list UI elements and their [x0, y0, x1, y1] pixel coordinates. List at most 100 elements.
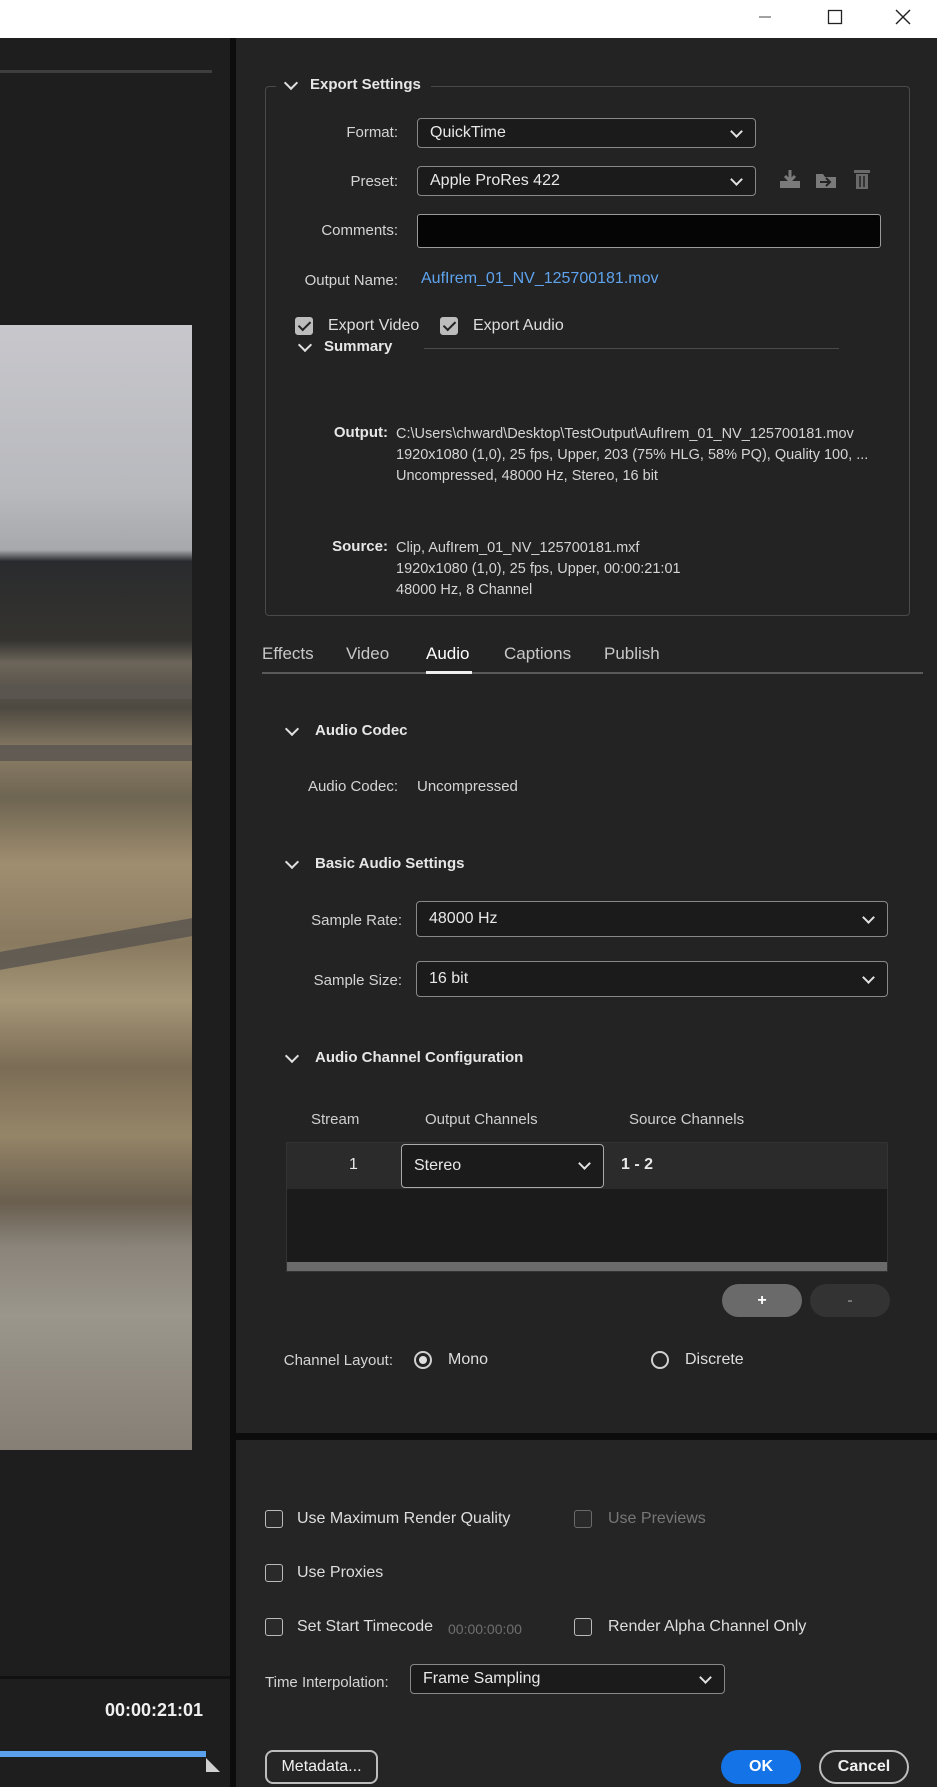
summary-output-line-1: C:\Users\chward\Desktop\TestOutput\AufIr…: [396, 426, 854, 442]
output-name-link[interactable]: AufIrem_01_NV_125700181.mov: [421, 270, 659, 288]
discrete-radio[interactable]: [651, 1351, 669, 1369]
comments-label: Comments:: [321, 222, 398, 239]
column-header-output-channels: Output Channels: [425, 1111, 538, 1128]
tab-publish[interactable]: Publish: [604, 644, 660, 664]
format-label: Format:: [346, 124, 398, 141]
basic-audio-section-title: Basic Audio Settings: [315, 855, 465, 872]
ok-button[interactable]: OK: [721, 1750, 801, 1784]
column-header-source-channels: Source Channels: [629, 1111, 745, 1128]
bottom-section-divider: [236, 1433, 937, 1440]
timeline-scrub-bar[interactable]: [0, 1751, 206, 1757]
export-video-checkbox[interactable]: [295, 317, 313, 335]
basic-audio-section-header[interactable]: Basic Audio Settings: [284, 854, 465, 872]
add-stream-button[interactable]: +: [722, 1284, 802, 1317]
playhead-icon[interactable]: [206, 1758, 220, 1772]
cancel-button[interactable]: Cancel: [819, 1750, 909, 1784]
set-start-timecode-checkbox[interactable]: [265, 1618, 283, 1636]
discrete-label: Discrete: [685, 1351, 744, 1368]
audio-codec-section-header[interactable]: Audio Codec: [284, 721, 408, 739]
sample-rate-dropdown[interactable]: 48000 Hz: [416, 901, 888, 937]
preview-divider: [0, 1676, 230, 1679]
tab-captions[interactable]: Captions: [504, 644, 571, 664]
preset-value: Apple ProRes 422: [430, 172, 560, 189]
use-previews-checkbox[interactable]: [574, 1510, 592, 1528]
sample-size-label: Sample Size:: [313, 972, 402, 989]
summary-output-line-2: 1920x1080 (1,0), 25 fps, Upper, 203 (75%…: [396, 447, 869, 463]
summary-header[interactable]: Summary: [297, 337, 393, 355]
tab-effects[interactable]: Effects: [262, 644, 314, 664]
chevron-down-icon: [284, 1048, 300, 1063]
mono-label: Mono: [448, 1351, 489, 1368]
remove-stream-button[interactable]: -: [810, 1284, 890, 1317]
render-alpha-label: Render Alpha Channel Only: [608, 1618, 807, 1635]
table-row[interactable]: 1 Stereo 1 - 2: [287, 1143, 887, 1189]
export-settings-header[interactable]: Export Settings: [276, 75, 431, 93]
chevron-down-icon: [862, 971, 875, 984]
time-interpolation-value: Frame Sampling: [423, 1670, 541, 1687]
save-preset-icon[interactable]: [778, 168, 802, 190]
summary-source-line-2: 1920x1080 (1,0), 25 fps, Upper, 00:00:21…: [396, 561, 681, 577]
export-settings-title: Export Settings: [310, 76, 421, 93]
sample-size-dropdown[interactable]: 16 bit: [416, 961, 888, 997]
chevron-down-icon: [578, 1157, 591, 1170]
export-audio-checkbox[interactable]: [440, 317, 458, 335]
max-render-quality-label: Use Maximum Render Quality: [297, 1510, 511, 1527]
summary-source-key: Source:: [332, 538, 388, 555]
preview-top-divider: [0, 70, 212, 73]
stream-number: 1: [349, 1156, 358, 1173]
audio-codec-value: Uncompressed: [417, 778, 518, 795]
comments-input[interactable]: [417, 214, 881, 248]
column-header-stream: Stream: [311, 1111, 360, 1128]
channel-layout-label: Channel Layout:: [283, 1352, 393, 1369]
preview-detail: [0, 745, 192, 761]
video-preview-frame: [0, 325, 192, 1450]
render-options: Use Maximum Render Quality Use Previews …: [236, 1440, 937, 1787]
metadata-button[interactable]: Metadata...: [265, 1750, 378, 1784]
preview-pane: 00:00:21:01: [0, 38, 230, 1787]
start-timecode-value[interactable]: 00:00:00:00: [448, 1621, 522, 1637]
tab-audio[interactable]: Audio: [426, 644, 469, 664]
output-name-label: Output Name:: [304, 272, 398, 289]
close-icon[interactable]: [873, 0, 933, 34]
chevron-down-icon: [730, 125, 743, 138]
chevron-down-icon: [284, 721, 300, 736]
settings-tabs: Effects Video Audio Captions Publish: [262, 644, 923, 674]
chevron-down-icon: [730, 173, 743, 186]
maximize-icon[interactable]: [805, 0, 865, 34]
import-preset-icon[interactable]: [814, 168, 838, 190]
use-previews-label: Use Previews: [608, 1510, 706, 1527]
channel-config-section-title: Audio Channel Configuration: [315, 1049, 524, 1066]
summary-divider: [424, 348, 839, 349]
preview-timecode: 00:00:21:01: [105, 1700, 204, 1720]
chevron-down-icon: [284, 854, 300, 869]
minimize-icon[interactable]: [735, 0, 795, 34]
format-dropdown[interactable]: QuickTime: [417, 118, 756, 148]
chevron-down-icon: [283, 75, 299, 90]
use-proxies-checkbox[interactable]: [265, 1564, 283, 1582]
time-interpolation-label: Time Interpolation:: [265, 1674, 389, 1691]
export-audio-label: Export Audio: [473, 317, 564, 334]
format-value: QuickTime: [430, 124, 506, 141]
output-channels-dropdown[interactable]: Stereo: [401, 1144, 604, 1188]
audio-codec-label: Audio Codec:: [307, 778, 398, 795]
preview-detail: [0, 685, 192, 699]
audio-codec-section-title: Audio Codec: [315, 722, 408, 739]
tab-video[interactable]: Video: [346, 644, 389, 664]
title-bar: [0, 0, 937, 38]
time-interpolation-dropdown[interactable]: Frame Sampling: [410, 1664, 725, 1694]
render-alpha-checkbox[interactable]: [574, 1618, 592, 1636]
table-scrollbar[interactable]: [287, 1262, 887, 1271]
mono-radio[interactable]: [414, 1351, 432, 1369]
preset-dropdown[interactable]: Apple ProRes 422: [417, 166, 756, 196]
export-video-label: Export Video: [328, 317, 420, 334]
max-render-quality-checkbox[interactable]: [265, 1510, 283, 1528]
delete-preset-icon[interactable]: [850, 168, 874, 190]
channel-config-section-header[interactable]: Audio Channel Configuration: [284, 1048, 524, 1066]
sample-size-value: 16 bit: [429, 970, 469, 987]
sample-rate-label: Sample Rate:: [311, 912, 402, 929]
active-tab-indicator: [426, 671, 472, 674]
output-channels-value: Stereo: [414, 1157, 462, 1174]
source-channels-value: 1 - 2: [621, 1156, 654, 1173]
sample-rate-value: 48000 Hz: [429, 910, 498, 927]
chevron-down-icon: [699, 1671, 712, 1684]
